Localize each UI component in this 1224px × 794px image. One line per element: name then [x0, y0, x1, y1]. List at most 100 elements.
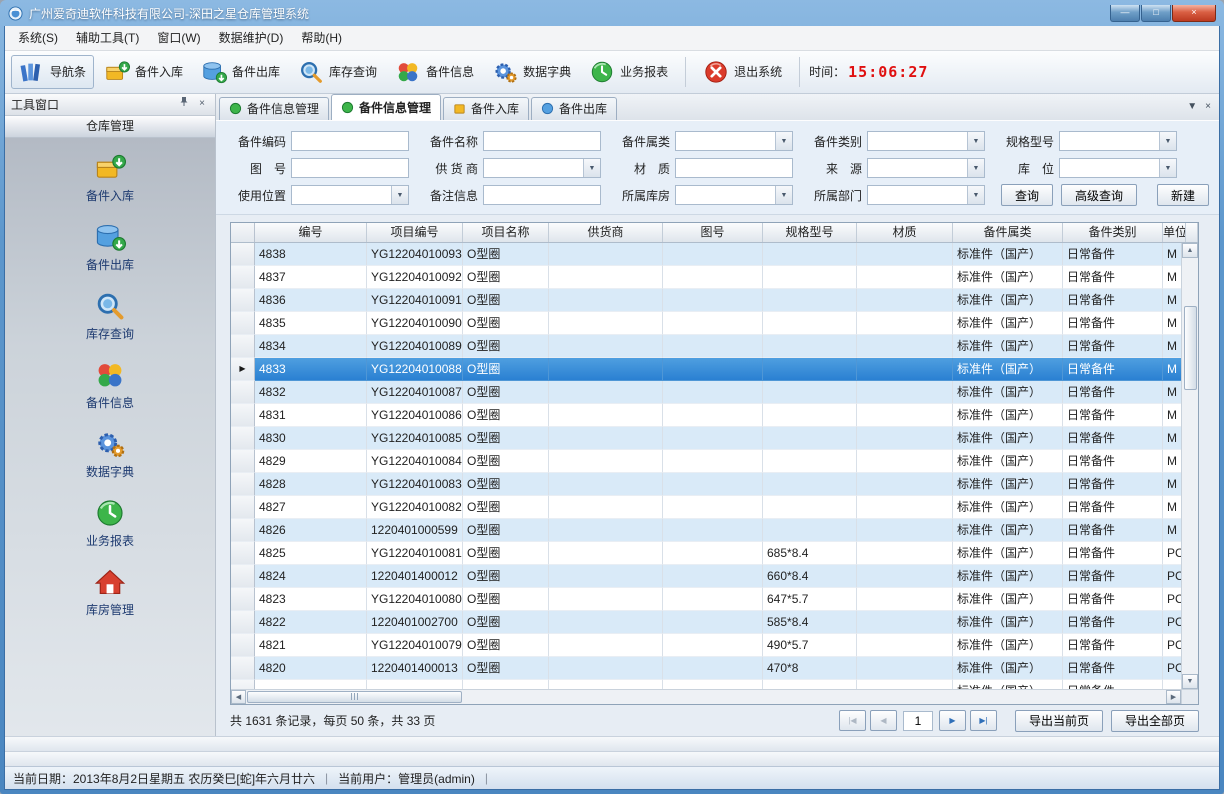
- type-select[interactable]: ▼: [867, 131, 985, 151]
- table-row[interactable]: 4821 YG12204010079 O型圈 490*5.7 标准件（国产） 日…: [231, 634, 1181, 657]
- export-all-pages-button[interactable]: 导出全部页: [1111, 710, 1199, 732]
- table-row[interactable]: 4836 YG12204010091 O型圈 标准件（国产） 日常备件 M: [231, 289, 1181, 312]
- sidebar-item-data-dict[interactable]: 数据字典: [40, 428, 180, 480]
- column-header[interactable]: 图号: [663, 223, 763, 242]
- horizontal-scrollbar[interactable]: ◀ ▶: [231, 689, 1181, 704]
- material-input[interactable]: [675, 158, 793, 178]
- sidebar-group-warehouse[interactable]: 仓库管理: [5, 116, 215, 138]
- page-number-input[interactable]: [903, 711, 933, 731]
- table-row[interactable]: 4832 YG12204010087 O型圈 标准件（国产） 日常备件 M: [231, 381, 1181, 404]
- tab-parts-info-mgmt-1[interactable]: 备件信息管理: [219, 97, 329, 120]
- tab-parts-info-mgmt-2[interactable]: 备件信息管理: [331, 94, 441, 120]
- toolbar-report-button[interactable]: 业务报表: [581, 55, 676, 89]
- sidebar-item-parts-out[interactable]: 备件出库: [40, 221, 180, 273]
- department-select[interactable]: ▼: [867, 185, 985, 205]
- column-header[interactable]: 规格型号: [763, 223, 857, 242]
- table-row[interactable]: 4829 YG12204010084 O型圈 标准件（国产） 日常备件 M: [231, 450, 1181, 473]
- drawing-no-input[interactable]: [291, 158, 409, 178]
- maximize-button[interactable]: □: [1141, 5, 1171, 22]
- column-header[interactable]: 编号: [255, 223, 367, 242]
- sidebar-item-warehouse-mgmt[interactable]: 库房管理: [40, 566, 180, 618]
- sidebar-close-icon[interactable]: ×: [195, 97, 209, 111]
- table-row[interactable]: 4830 YG12204010085 O型圈 标准件（国产） 日常备件 M: [231, 427, 1181, 450]
- table-row[interactable]: 4822 1220401002700 O型圈 585*8.4 标准件（国产） 日…: [231, 611, 1181, 634]
- sidebar-item-parts-info[interactable]: 备件信息: [40, 359, 180, 411]
- table-row[interactable]: 4828 YG12204010083 O型圈 标准件（国产） 日常备件 M: [231, 473, 1181, 496]
- toolbar-parts-info-button[interactable]: 备件信息: [387, 55, 482, 89]
- table-row[interactable]: 4824 1220401400012 O型圈 660*8.4 标准件（国产） 日…: [231, 565, 1181, 588]
- tab-close-icon[interactable]: ×: [1205, 101, 1211, 112]
- last-page-button[interactable]: ▶|: [970, 710, 997, 731]
- toolbar-navbar-button[interactable]: 导航条: [11, 55, 94, 89]
- row-indicator: [231, 542, 255, 565]
- scroll-left-icon[interactable]: ◀: [231, 690, 246, 704]
- scroll-down-icon[interactable]: ▼: [1182, 674, 1198, 689]
- table-row[interactable]: 4831 YG12204010086 O型圈 标准件（国产） 日常备件 M: [231, 404, 1181, 427]
- toolbar-data-dict-button[interactable]: 数据字典: [484, 55, 579, 89]
- search-row-1: 备件编码 备件名称 备件属类 ▼ 备件类别: [226, 128, 1209, 155]
- table-row[interactable]: 4835 YG12204010090 O型圈 标准件（国产） 日常备件 M: [231, 312, 1181, 335]
- menu-window[interactable]: 窗口(W): [148, 26, 209, 50]
- table-row[interactable]: 4820 1220401400013 O型圈 470*8 标准件（国产） 日常备…: [231, 657, 1181, 680]
- tab-list-dropdown-icon[interactable]: ▼: [1187, 101, 1197, 112]
- sidebar-item-stock-query[interactable]: 库存查询: [40, 290, 180, 342]
- toolbar-parts-in-button[interactable]: 备件入库: [96, 55, 191, 89]
- new-button[interactable]: 新建: [1157, 184, 1209, 206]
- toolbar-stock-query-button[interactable]: 库存查询: [290, 55, 385, 89]
- first-page-button[interactable]: |◀: [839, 710, 866, 731]
- supplier-select[interactable]: ▼: [483, 158, 601, 178]
- minimize-button[interactable]: —: [1110, 5, 1140, 22]
- column-header[interactable]: 项目编号: [367, 223, 463, 242]
- toolbar-exit-button[interactable]: 退出系统: [695, 55, 790, 89]
- vertical-scrollbar[interactable]: ▲ ▼: [1181, 243, 1198, 689]
- close-button[interactable]: ×: [1172, 5, 1216, 22]
- table-cell: 日常备件: [1063, 266, 1163, 289]
- table-row[interactable]: 4838 YG12204010093 O型圈 标准件（国产） 日常备件 M: [231, 243, 1181, 266]
- table-row[interactable]: 4834 YG12204010089 O型圈 标准件（国产） 日常备件 M: [231, 335, 1181, 358]
- vertical-scroll-thumb[interactable]: [1184, 306, 1197, 390]
- table-row[interactable]: 4823 YG12204010080 O型圈 647*5.7 标准件（国产） 日…: [231, 588, 1181, 611]
- column-header[interactable]: 备件属类: [953, 223, 1063, 242]
- menu-system[interactable]: 系统(S): [9, 26, 67, 50]
- menu-tools[interactable]: 辅助工具(T): [67, 26, 148, 50]
- table-row[interactable]: 4825 YG12204010081 O型圈 685*8.4 标准件（国产） 日…: [231, 542, 1181, 565]
- table-row[interactable]: 4837 YG12204010092 O型圈 标准件（国产） 日常备件 M: [231, 266, 1181, 289]
- scroll-up-icon[interactable]: ▲: [1182, 243, 1198, 258]
- advanced-query-button[interactable]: 高级查询: [1061, 184, 1137, 206]
- warehouse-select[interactable]: ▼: [675, 185, 793, 205]
- menu-help[interactable]: 帮助(H): [292, 26, 351, 50]
- prev-page-button[interactable]: ◀: [870, 710, 897, 731]
- horizontal-scroll-thumb[interactable]: [247, 691, 462, 703]
- menu-data[interactable]: 数据维护(D): [210, 26, 293, 50]
- column-header[interactable]: 单位: [1163, 223, 1186, 242]
- next-page-button[interactable]: ▶: [939, 710, 966, 731]
- field-label: 材 质: [610, 160, 670, 177]
- use-position-select[interactable]: ▼: [291, 185, 409, 205]
- column-header[interactable]: 项目名称: [463, 223, 549, 242]
- column-header[interactable]: 供货商: [549, 223, 663, 242]
- table-cell: PC: [1163, 657, 1181, 680]
- column-header[interactable]: 材质: [857, 223, 953, 242]
- sidebar-item-parts-in[interactable]: 备件入库: [40, 152, 180, 204]
- table-row[interactable]: 4827 YG12204010082 O型圈 标准件（国产） 日常备件 M: [231, 496, 1181, 519]
- category-select[interactable]: ▼: [675, 131, 793, 151]
- pin-icon[interactable]: [177, 96, 191, 112]
- table-cell: [857, 266, 953, 289]
- query-button[interactable]: 查询: [1001, 184, 1053, 206]
- tab-parts-out[interactable]: 备件出库: [531, 97, 617, 120]
- toolbar-parts-out-button[interactable]: 备件出库: [193, 55, 288, 89]
- part-code-input[interactable]: [291, 131, 409, 151]
- table-row[interactable]: ▶ 4833 YG12204010088 O型圈 标准件（国产） 日常备件 M: [231, 358, 1181, 381]
- scroll-right-icon[interactable]: ▶: [1166, 690, 1181, 704]
- part-name-input[interactable]: [483, 131, 601, 151]
- spec-select[interactable]: ▼: [1059, 131, 1177, 151]
- remark-input[interactable]: [483, 185, 601, 205]
- source-select[interactable]: ▼: [867, 158, 985, 178]
- location-select[interactable]: ▼: [1059, 158, 1177, 178]
- tab-parts-in[interactable]: 备件入库: [443, 97, 529, 120]
- column-header[interactable]: 备件类别: [1063, 223, 1163, 242]
- table-row[interactable]: 4826 1220401000599 O型圈 标准件（国产） 日常备件 M: [231, 519, 1181, 542]
- table-row[interactable]: 标准件（国产） 日常备件: [231, 680, 1181, 689]
- export-current-page-button[interactable]: 导出当前页: [1015, 710, 1103, 732]
- sidebar-item-report[interactable]: 业务报表: [40, 497, 180, 549]
